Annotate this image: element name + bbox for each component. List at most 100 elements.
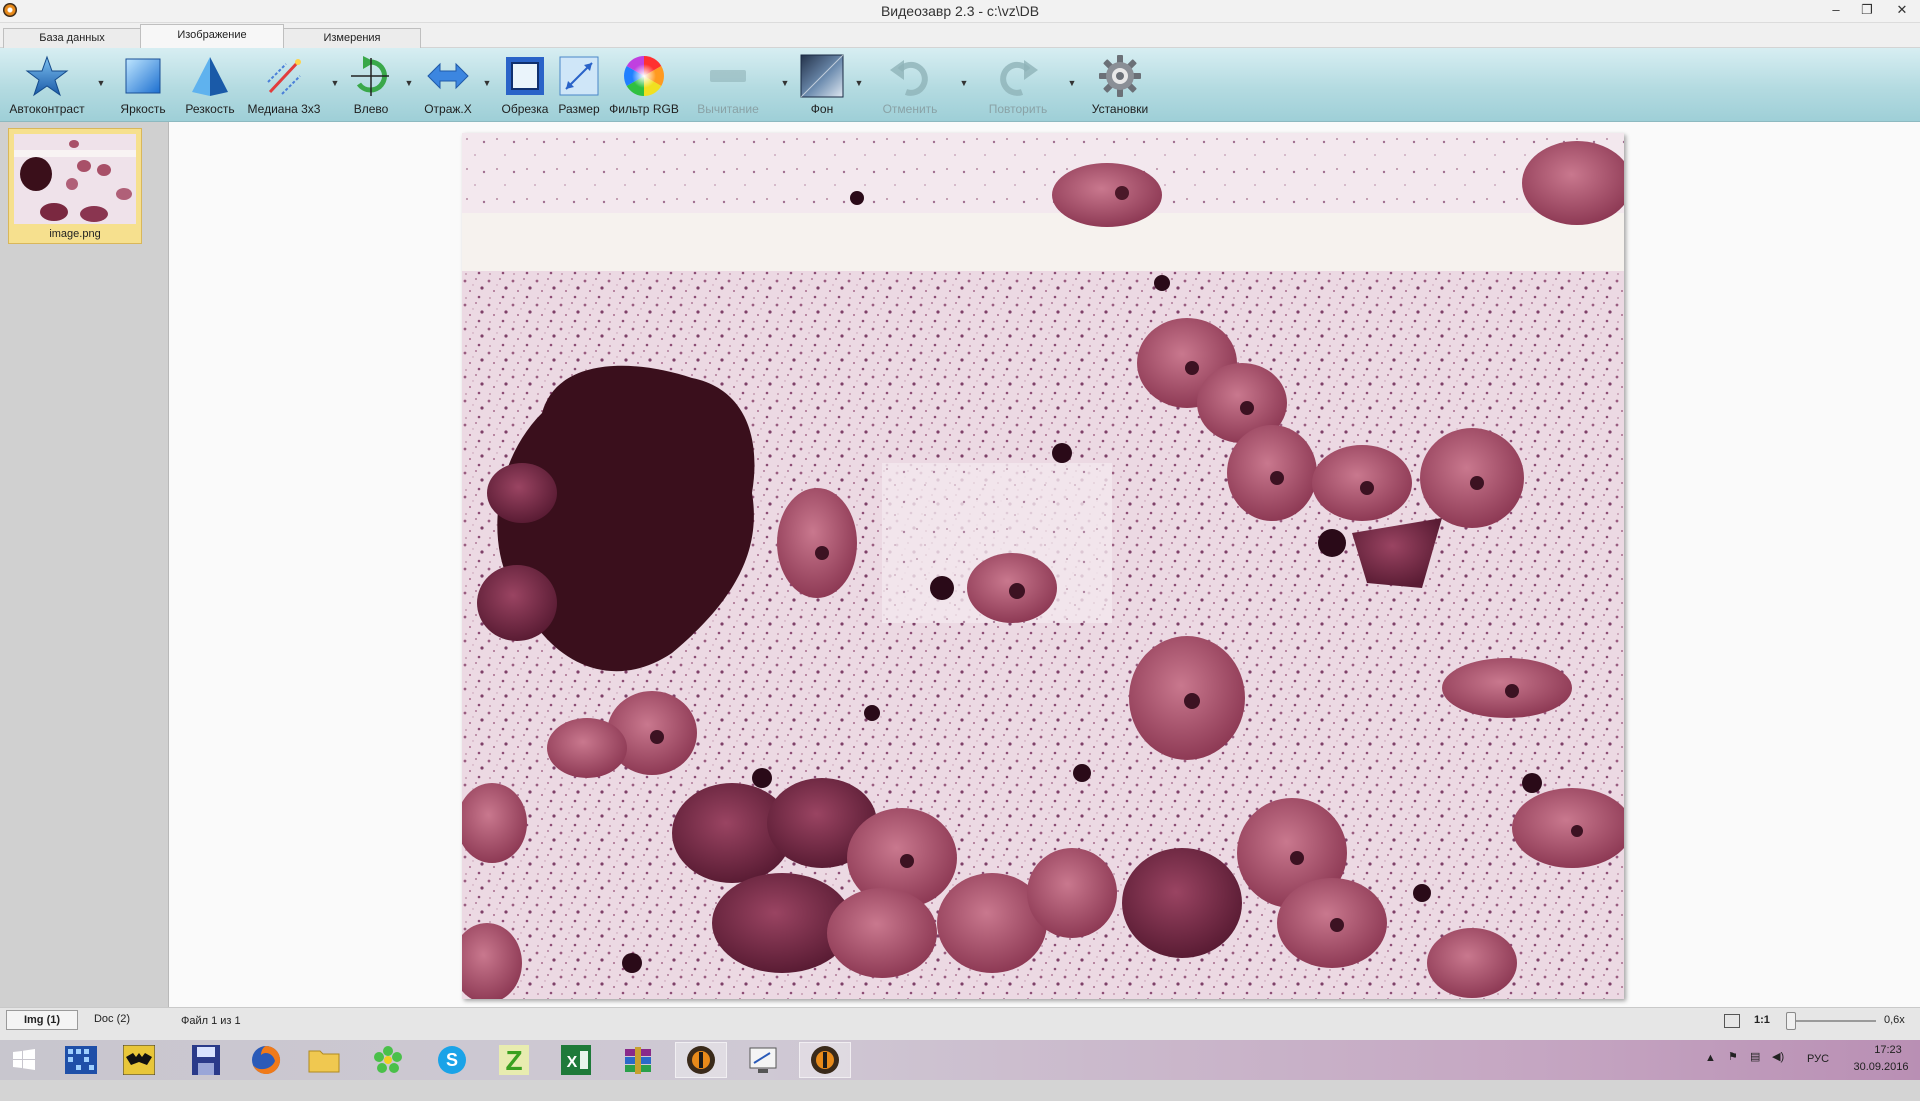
mirror-dropdown-icon[interactable]: ▼ xyxy=(482,78,492,88)
subtract-label: Вычитание xyxy=(697,102,759,116)
videozavr-app-icon xyxy=(811,1046,839,1074)
taskbar-app-explorer[interactable] xyxy=(298,1042,350,1078)
doc-tab[interactable]: Doc (2) xyxy=(82,1010,142,1028)
brightness-button[interactable]: Яркость xyxy=(118,52,168,118)
taskbar-app-videozavr-2[interactable] xyxy=(799,1042,851,1078)
undo-label: Отменить xyxy=(882,102,938,116)
autocontrast-button[interactable]: Автоконтраст xyxy=(8,52,86,118)
undo-dropdown-icon[interactable]: ▼ xyxy=(959,78,969,88)
median-filter-button[interactable]: Медиана 3х3 xyxy=(248,52,320,118)
presentation-icon xyxy=(749,1047,777,1073)
sharpness-button[interactable]: Резкость xyxy=(184,52,236,118)
autocontrast-dropdown-icon[interactable]: ▼ xyxy=(96,78,106,88)
rgb-filter-button[interactable]: Фильтр RGB xyxy=(609,52,679,118)
taskbar-app-presentation[interactable] xyxy=(737,1042,789,1078)
rotate-left-label: Влево xyxy=(353,102,389,116)
micrograph-image[interactable] xyxy=(462,133,1624,999)
taskbar-app-bat[interactable] xyxy=(113,1042,165,1078)
z-letter-icon: Z xyxy=(499,1045,529,1075)
svg-text:S: S xyxy=(446,1050,458,1070)
zoom-slider-track[interactable] xyxy=(1788,1020,1876,1022)
thumbnail-panel: image.png xyxy=(0,122,169,1007)
taskbar-app-winrar[interactable] xyxy=(612,1042,664,1078)
maximize-button[interactable]: ❐ xyxy=(1853,0,1881,20)
svg-text:Z: Z xyxy=(505,1045,522,1075)
windows-logo-icon xyxy=(13,1049,35,1070)
undo-button[interactable]: Отменить xyxy=(883,52,937,118)
tray-network-icon[interactable]: ▤ xyxy=(1750,1050,1760,1090)
taskbar-app-firefox[interactable] xyxy=(240,1042,292,1078)
taskbar-app-videozavr[interactable] xyxy=(675,1042,727,1078)
autocontrast-label: Автоконтраст xyxy=(9,102,85,116)
title-bar: Видеозавр 2.3 - c:\vz\DB – ❐ ✕ xyxy=(0,0,1920,23)
taskbar-app-blue-grid[interactable] xyxy=(55,1042,107,1078)
bat-logo-icon xyxy=(123,1045,155,1075)
svg-text:X: X xyxy=(567,1054,578,1071)
thumbnail-item[interactable]: image.png xyxy=(8,128,142,244)
excel-icon: X xyxy=(561,1045,591,1075)
tray-date[interactable]: 30.09.2016 xyxy=(1848,1061,1914,1101)
magic-wand-icon xyxy=(267,59,301,95)
subtract-button[interactable]: Вычитание xyxy=(697,52,759,118)
floppy-disk-icon xyxy=(192,1045,220,1075)
tray-flag-icon[interactable]: ⚑ xyxy=(1728,1050,1738,1090)
status-bar: Img (1) Doc (2) Файл 1 из 1 1:1 0,6x xyxy=(0,1007,1920,1042)
archive-books-icon xyxy=(625,1047,651,1074)
median-dropdown-icon[interactable]: ▼ xyxy=(330,78,340,88)
star-icon xyxy=(25,55,69,97)
settings-button[interactable]: Установки xyxy=(1092,52,1148,118)
grid-app-icon xyxy=(65,1046,97,1074)
tray-chevron-icon[interactable]: ▲ xyxy=(1705,1052,1716,1092)
close-button[interactable]: ✕ xyxy=(1888,0,1916,20)
mirror-x-button[interactable]: Отраж.X xyxy=(424,52,472,118)
main-tabs: База данных Изображение Измерения xyxy=(0,23,1920,49)
crop-icon xyxy=(506,57,544,95)
redo-label: Повторить xyxy=(988,102,1048,116)
taskbar-app-skype[interactable]: S xyxy=(426,1042,478,1078)
start-button[interactable] xyxy=(0,1042,48,1078)
image-toolbar: Автоконтраст ▼ Яркость Резкость Медиана … xyxy=(0,48,1920,122)
tab-database[interactable]: База данных xyxy=(3,28,141,48)
gear-icon xyxy=(1099,55,1141,97)
resize-icon xyxy=(559,56,599,96)
taskbar-app-excel[interactable]: X xyxy=(550,1042,602,1078)
firefox-icon xyxy=(252,1045,281,1074)
settings-label: Установки xyxy=(1091,102,1149,116)
redo-dropdown-icon[interactable]: ▼ xyxy=(1067,78,1077,88)
background-dropdown-icon[interactable]: ▼ xyxy=(854,78,864,88)
window-title: Видеозавр 2.3 - c:\vz\DB xyxy=(880,3,1040,19)
tray-language[interactable]: РУС xyxy=(1807,1053,1829,1093)
median-label: Медиана 3х3 xyxy=(247,102,321,116)
flower-icon xyxy=(374,1046,402,1073)
zoom-slider-thumb[interactable] xyxy=(1786,1012,1796,1030)
mirror-arrows-icon xyxy=(427,62,469,90)
undo-icon xyxy=(890,60,928,96)
thumbnail-filename: image.png xyxy=(49,228,101,240)
skype-icon: S xyxy=(438,1046,466,1074)
background-button[interactable]: Фон xyxy=(796,52,848,118)
tray-volume-icon[interactable]: ◀) xyxy=(1772,1050,1784,1090)
fit-to-window-icon[interactable] xyxy=(1724,1014,1740,1028)
rotate-left-icon xyxy=(351,56,389,96)
taskbar-app-icq[interactable] xyxy=(362,1042,414,1078)
taskbar-app-z[interactable]: Z xyxy=(488,1042,540,1078)
redo-button[interactable]: Повторить xyxy=(989,52,1047,118)
taskbar-app-save[interactable] xyxy=(180,1042,232,1078)
taskbar: S Z X ▲ ⚑ ▤ ◀) РУС 17:23 30.09.2016 xyxy=(0,1040,1920,1080)
file-counter: Файл 1 из 1 xyxy=(181,1015,241,1027)
mirror-x-label: Отраж.X xyxy=(424,102,472,116)
subtract-dropdown-icon[interactable]: ▼ xyxy=(780,78,790,88)
actual-size-button[interactable]: 1:1 xyxy=(1754,1014,1770,1026)
thumbnail-image xyxy=(14,134,136,224)
rotate-left-button[interactable]: Влево xyxy=(347,52,395,118)
image-viewer xyxy=(169,122,1920,1007)
color-wheel-icon xyxy=(624,56,664,96)
img-tab[interactable]: Img (1) xyxy=(6,1010,78,1030)
minimize-button[interactable]: – xyxy=(1822,0,1850,20)
redo-icon xyxy=(1000,60,1038,96)
tab-measurements[interactable]: Измерения xyxy=(283,28,421,48)
rotate-dropdown-icon[interactable]: ▼ xyxy=(404,78,414,88)
pyramid-icon xyxy=(192,57,228,96)
zoom-value: 0,6x xyxy=(1884,1014,1905,1026)
tab-image[interactable]: Изображение xyxy=(140,24,284,49)
